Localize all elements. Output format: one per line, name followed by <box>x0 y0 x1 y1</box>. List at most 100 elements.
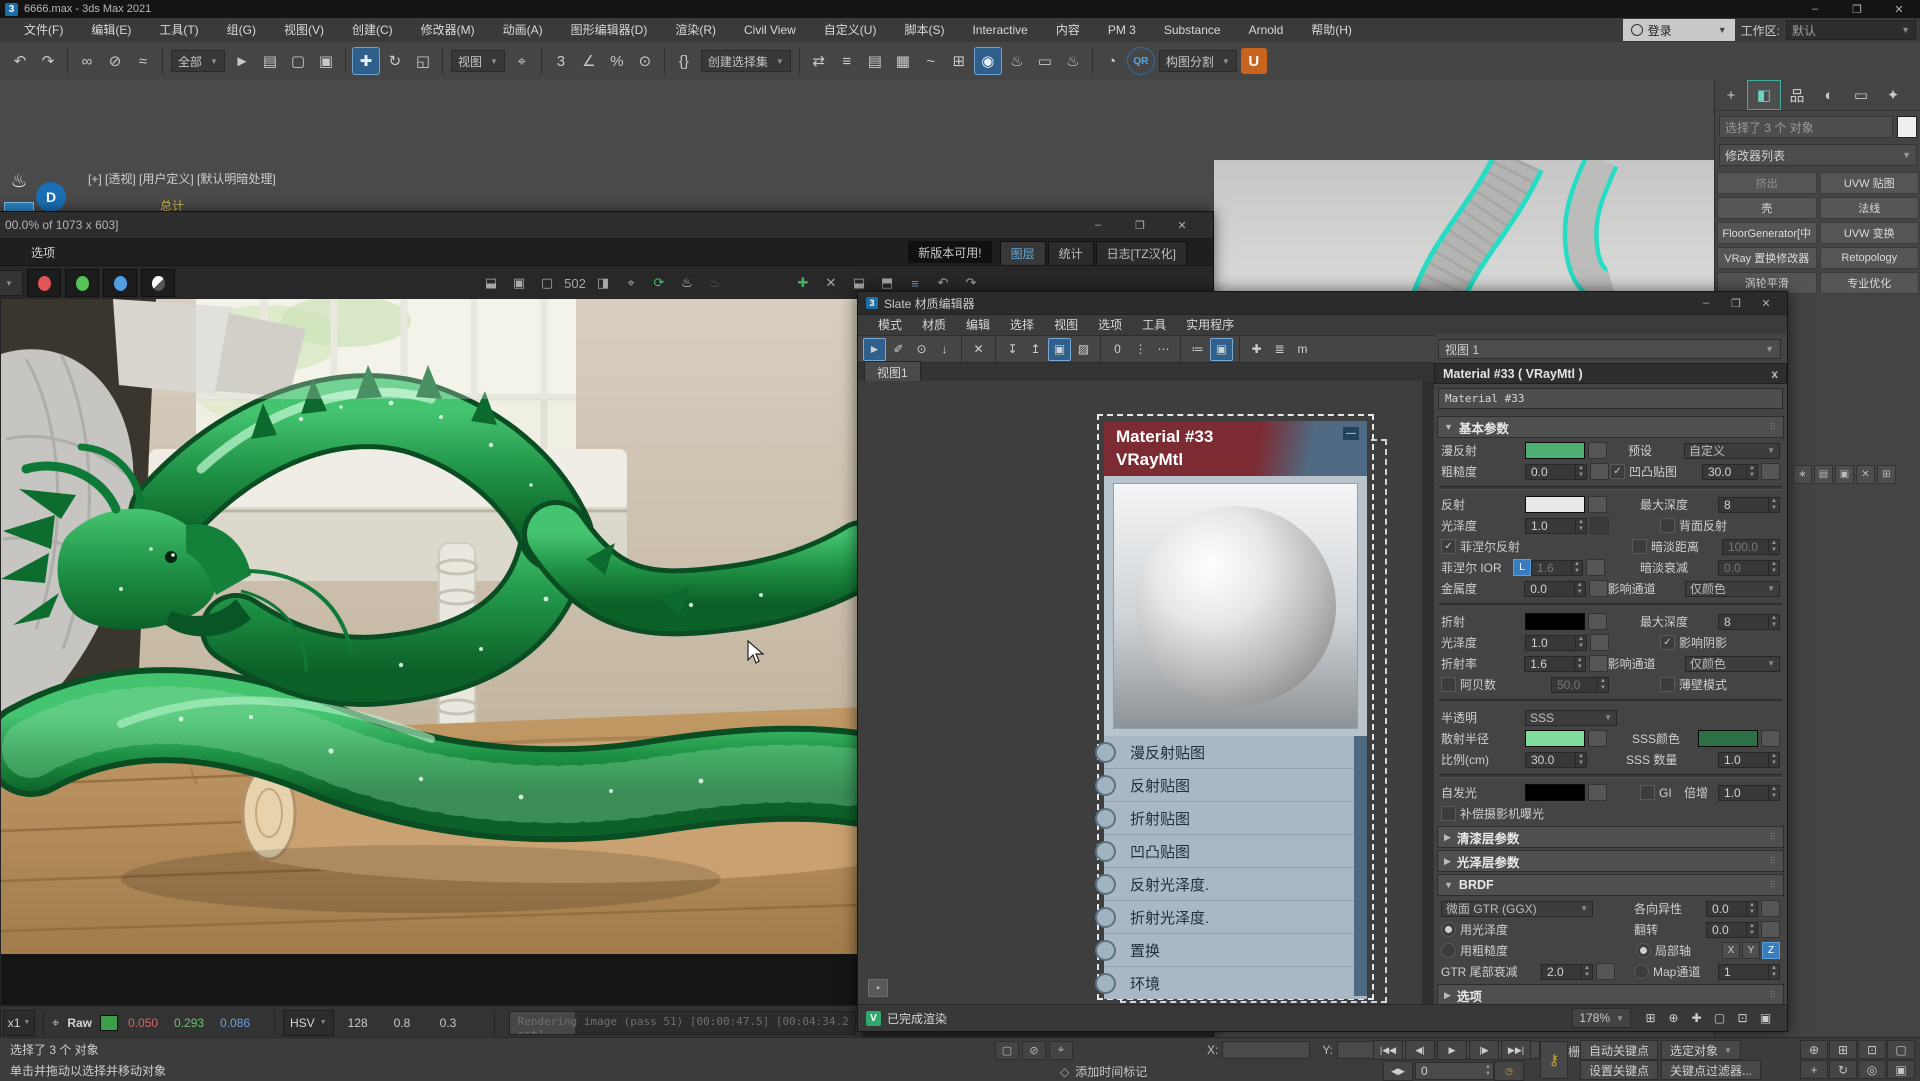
rollout-光泽层参数[interactable]: ▶光泽层参数⠿ <box>1437 850 1784 872</box>
node-slot-7[interactable]: 环境 <box>1104 966 1367 999</box>
scale-spinner[interactable]: 30.0▲▼ <box>1525 752 1587 768</box>
spinner-snap-icon[interactable]: ⊙ <box>632 48 658 74</box>
play-button[interactable]: ▶ <box>1437 1040 1467 1060</box>
zoom-extents-tool-icon[interactable]: ⊡ <box>1732 1008 1753 1029</box>
menu-11[interactable]: 自定义(U) <box>810 19 891 42</box>
get-from-scene-icon[interactable]: ↓ <box>934 339 955 360</box>
absolute-mode-icon[interactable]: ⌖ <box>1049 1041 1073 1060</box>
snap-toggle-icon[interactable]: 3 <box>548 48 574 74</box>
workspace-dropdown[interactable]: 默认 ▼ <box>1786 20 1916 40</box>
zoom-tool-icon[interactable]: ⊕ <box>1663 1008 1684 1029</box>
plugin-logo-icon[interactable]: D <box>36 182 66 212</box>
fresnel-checkbox[interactable]: ✓菲涅尔反射 <box>1441 538 1591 555</box>
object-color-swatch[interactable] <box>1897 116 1917 138</box>
translucency-dropdown[interactable]: SSS▼ <box>1525 710 1617 726</box>
show-map-in-viewport-icon[interactable]: ▣ <box>1048 338 1071 361</box>
modifier-button-0[interactable]: 挤出 <box>1717 172 1817 194</box>
delete-node-icon[interactable]: ✕ <box>968 339 989 360</box>
select-tool-icon[interactable]: ► <box>863 338 886 361</box>
fog-color-swatch[interactable] <box>1525 730 1585 747</box>
set-key-button[interactable]: ⚷ <box>1540 1041 1568 1079</box>
mirror-icon[interactable]: ⇄ <box>806 48 832 74</box>
help-center-icon[interactable]: ◔ <box>1099 48 1125 74</box>
refract-color-swatch[interactable] <box>1525 613 1585 630</box>
menu-5[interactable]: 创建(C) <box>338 19 407 42</box>
pan-tool-icon[interactable]: ✚ <box>1686 1008 1707 1029</box>
modifier-button-9[interactable]: 专业优化 <box>1820 272 1920 294</box>
slate-maximize-button[interactable]: ❐ <box>1721 293 1751 313</box>
selection-filter-dropdown[interactable]: 全部▼ <box>171 50 225 72</box>
gi-checkbox[interactable]: GI <box>1640 785 1684 800</box>
reflect-map-button[interactable] <box>1588 496 1607 513</box>
modifier-button-5[interactable]: UVW 变换 <box>1820 222 1920 244</box>
diffuse-color-swatch[interactable] <box>1525 442 1585 459</box>
rollout-清漆层参数[interactable]: ▶清漆层参数⠿ <box>1437 826 1784 848</box>
create-tab-icon[interactable]: + <box>1715 81 1747 109</box>
window-crossing-icon[interactable]: ▣ <box>313 48 339 74</box>
vfb-tab-1[interactable]: 统计 <box>1048 241 1094 265</box>
sample-color-icon[interactable]: ⊙ <box>911 339 932 360</box>
select-region-icon[interactable]: ▢ <box>535 271 559 295</box>
refract-gloss-spinner[interactable]: 1.0▲▼ <box>1525 635 1587 651</box>
composition-split-button[interactable]: 构图分割▼ <box>1159 50 1237 72</box>
pan-icon[interactable]: + <box>1800 1060 1828 1079</box>
u-plugin-icon[interactable]: U <box>1241 48 1267 74</box>
menu-14[interactable]: 内容 <box>1042 19 1094 42</box>
vfb-maximize-button[interactable]: ❐ <box>1119 216 1161 234</box>
fresnel-ior-lock-button[interactable]: L <box>1513 559 1531 576</box>
save-image-icon[interactable]: ⬓ <box>479 271 503 295</box>
menu-17[interactable]: Arnold <box>1235 19 1298 42</box>
menu-0[interactable]: 文件(F) <box>10 19 77 42</box>
add-time-tag[interactable]: ◇ 添加时间标记 <box>1060 1063 1147 1080</box>
slate-menu-2[interactable]: 编辑 <box>956 314 1000 337</box>
delete-layer-icon[interactable]: ✕ <box>819 271 843 295</box>
axis-y-button[interactable]: Y <box>1742 942 1760 959</box>
node-slot-2[interactable]: 折射贴图 <box>1104 801 1367 834</box>
region-render-icon[interactable]: ◨ <box>591 271 615 295</box>
rendered-image[interactable] <box>1 299 862 1005</box>
metalness-map-button[interactable] <box>1589 580 1608 597</box>
render-setup-icon[interactable]: ♨ <box>1004 48 1030 74</box>
redo-icon[interactable]: ↷ <box>35 48 61 74</box>
rotation-map-button[interactable] <box>1761 921 1780 938</box>
badge-502[interactable]: 502 <box>563 271 587 295</box>
maximize-viewport-icon[interactable]: ▣ <box>1887 1060 1915 1079</box>
selfillum-color-swatch[interactable] <box>1525 784 1585 801</box>
object-name-field[interactable]: 选择了 3 个 对象 <box>1719 116 1893 138</box>
reflect-color-swatch[interactable] <box>1525 496 1585 513</box>
sss-amount-spinner[interactable]: 1.0▲▼ <box>1718 752 1780 768</box>
slate-menu-5[interactable]: 选项 <box>1088 314 1132 337</box>
blue-channel-toggle[interactable] <box>103 269 137 297</box>
close-icon[interactable]: x <box>1771 367 1778 381</box>
menu-15[interactable]: PM 3 <box>1094 19 1150 42</box>
local-axis-radio[interactable]: 局部轴 <box>1636 942 1720 959</box>
viewport-label[interactable]: [+] [透视] [用户定义] [默认明暗处理] <box>88 170 276 187</box>
modifier-list-dropdown[interactable]: 修改器列表 ▼ <box>1719 144 1917 166</box>
node-slot-6[interactable]: 置换 <box>1104 933 1367 966</box>
menu-18[interactable]: 帮助(H) <box>1297 19 1366 42</box>
zoom-region-tool-icon[interactable]: ▢ <box>1709 1008 1730 1029</box>
slot-socket-icon[interactable] <box>1095 775 1116 796</box>
green-channel-toggle[interactable] <box>65 269 99 297</box>
key-mode-toggle[interactable]: ◀▶ <box>1383 1061 1413 1081</box>
qr-render-icon[interactable]: QR <box>1127 47 1155 75</box>
dim-distance-checkbox[interactable]: 暗淡距离 <box>1632 538 1722 555</box>
modifier-button-1[interactable]: UVW 贴图 <box>1820 172 1920 194</box>
roughness-spinner[interactable]: 0.0▲▼ <box>1525 464 1587 480</box>
slate-node-view[interactable]: Material #33 VRayMtl — 漫反射贴图反射贴图折射贴图凹凸贴图… <box>858 381 1422 1005</box>
material-node-header[interactable]: Material #33 VRayMtl — <box>1104 421 1367 476</box>
follow-mouse-icon[interactable]: ⌖ <box>619 271 643 295</box>
abbe-checkbox[interactable]: 阿贝数 <box>1441 676 1551 693</box>
anisotropy-map-button[interactable] <box>1761 900 1780 917</box>
material-editor-icon[interactable]: ◉ <box>974 47 1002 75</box>
vfb-update-link[interactable]: 新版本可用! <box>908 241 991 263</box>
slot-socket-icon[interactable] <box>1095 973 1116 994</box>
affect-shadows-checkbox[interactable]: ✓影响阴影 <box>1660 634 1780 651</box>
multiplier-spinner[interactable]: 1.0▲▼ <box>1718 785 1780 801</box>
reflect-affect-dropdown[interactable]: 仅颜色▼ <box>1685 581 1780 597</box>
map-channel-radio[interactable]: Map通道 <box>1634 963 1718 980</box>
slate-menu-4[interactable]: 视图 <box>1044 314 1088 337</box>
pixel-zoom-dropdown[interactable]: x1▼ <box>3 1010 35 1036</box>
pick-material-icon[interactable]: ✐ <box>888 339 909 360</box>
material-params-header[interactable]: Material #33 ( VRayMtl )x <box>1434 363 1787 384</box>
